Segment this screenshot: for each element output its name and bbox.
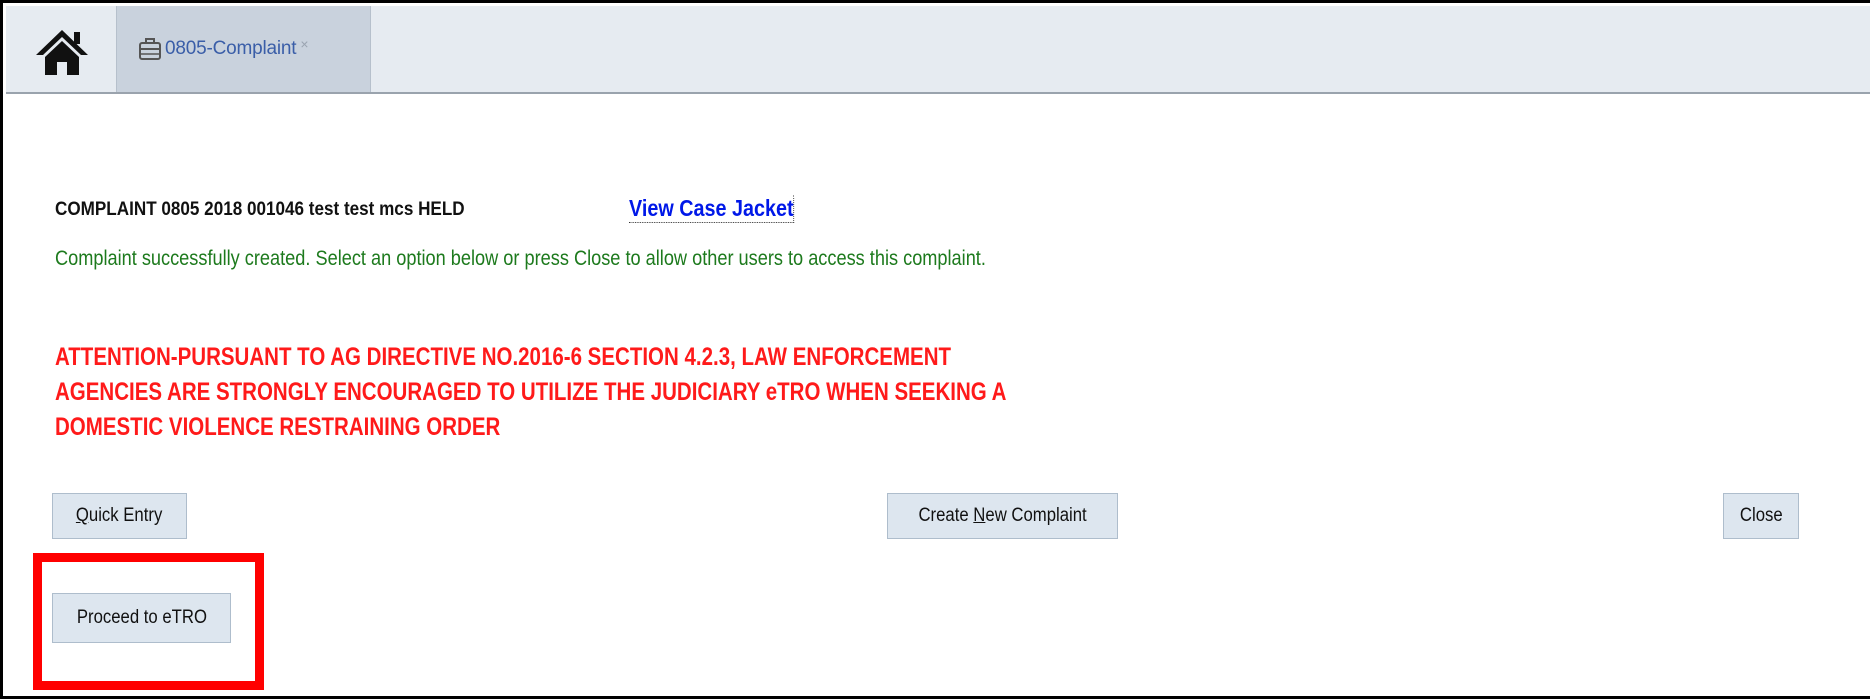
view-case-jacket-link[interactable]: View Case Jacket [629, 195, 795, 223]
close-button[interactable]: Close [1723, 493, 1799, 539]
quick-entry-accesskey: Q [76, 505, 90, 526]
tab-label: 0805-Complaint [165, 38, 297, 59]
home-icon[interactable] [34, 28, 90, 76]
create-new-label-end: ew Complaint [985, 505, 1087, 526]
attention-line: ATTENTION-PURSUANT TO AG DIRECTIVE NO.20… [55, 343, 952, 371]
tab-complaint[interactable]: 0805-Complaint × [116, 6, 371, 92]
attention-line: DOMESTIC VIOLENCE RESTRAINING ORDER [55, 413, 501, 441]
attention-line: AGENCIES ARE STRONGLY ENCOURAGED TO UTIL… [55, 378, 1007, 406]
create-new-label-start: Create [918, 505, 974, 526]
success-message: Complaint successfully created. Select a… [55, 247, 986, 270]
proceed-to-etro-label: Proceed to eTRO [76, 607, 207, 628]
complaint-header: COMPLAINT 0805 2018 001046 test test mcs… [55, 199, 465, 220]
tab-bar: 0805-Complaint × [6, 6, 1870, 94]
create-new-complaint-button[interactable]: Create New Complaint [887, 493, 1118, 539]
briefcase-icon [139, 37, 161, 61]
quick-entry-label: uick Entry [89, 505, 163, 526]
attention-notice: ATTENTION-PURSUANT TO AG DIRECTIVE NO.20… [55, 340, 1203, 445]
create-new-accesskey: N [973, 505, 986, 526]
close-button-label: Close [1739, 505, 1783, 526]
quick-entry-button[interactable]: Quick Entry [52, 493, 187, 539]
tab-close-icon[interactable]: × [300, 36, 308, 52]
proceed-to-etro-button[interactable]: Proceed to eTRO [52, 593, 231, 643]
application-frame: 0805-Complaint × COMPLAINT 0805 2018 001… [0, 0, 1870, 699]
